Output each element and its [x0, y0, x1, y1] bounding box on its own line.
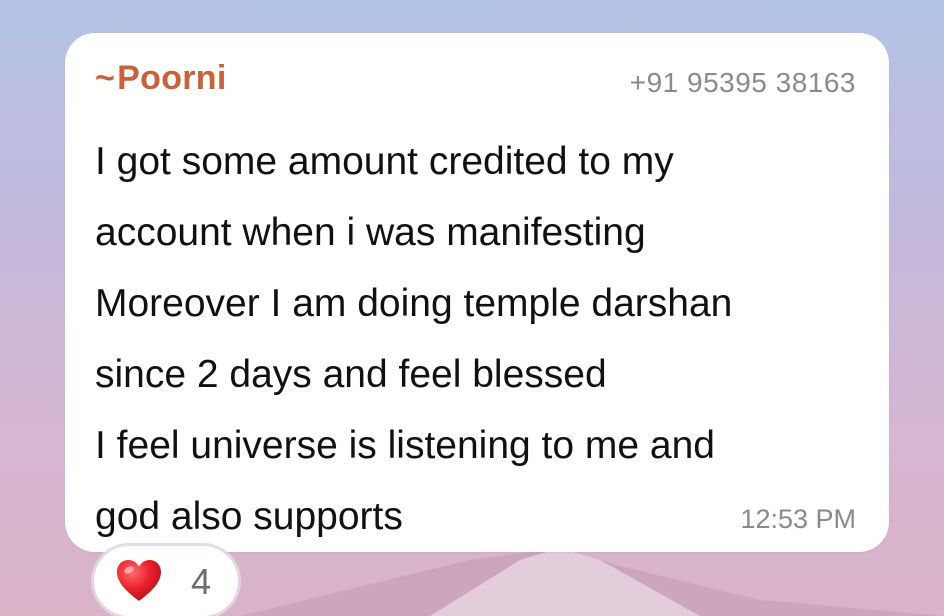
- message-line: account when i was manifesting: [95, 211, 646, 254]
- message-text: I got some amount credited to my account…: [95, 126, 875, 552]
- sender-name[interactable]: ~Poorni: [95, 59, 227, 98]
- reaction-count: 4: [191, 561, 212, 602]
- message-line: I got some amount credited to my: [95, 140, 674, 183]
- message-timestamp: 12:53 PM: [740, 504, 856, 534]
- message-line: I feel universe is listening to me and: [95, 424, 716, 467]
- sender-phone[interactable]: +91 95395 38163: [630, 67, 856, 99]
- message-line: Moreover I am doing temple darshan: [95, 282, 733, 325]
- red-heart-icon: [117, 560, 161, 601]
- message-bubble[interactable]: ~Poorni +91 95395 38163 I got some amoun…: [65, 33, 889, 552]
- message-line: since 2 days and feel blessed: [95, 353, 607, 396]
- reaction-pill[interactable]: 4: [94, 546, 238, 616]
